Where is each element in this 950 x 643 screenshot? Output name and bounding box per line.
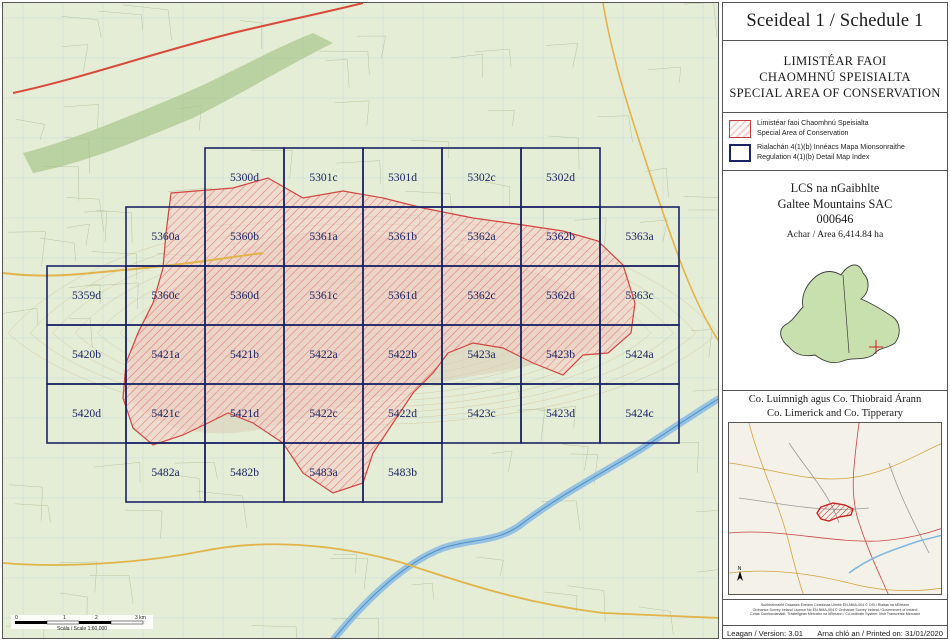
legend-panel: Sceideal 1 / Schedule 1 LIMISTÉAR FAOI C… <box>722 2 948 639</box>
tile-label-5421a: 5421a <box>151 348 179 361</box>
tile-label-5420b: 5420b <box>72 348 101 361</box>
tile-label-5362d: 5362d <box>546 289 575 302</box>
tile-label-5424a: 5424a <box>625 348 653 361</box>
scale-tick-3: 3 km <box>135 615 146 621</box>
copyright-notice: Suirbhéireacht Ordanáis Éireann Ceadúnas… <box>723 599 947 625</box>
tile-label-5362a: 5362a <box>467 230 495 243</box>
county-irish: Co. Luimnigh agus Co. Thiobraid Árann <box>748 394 922 405</box>
legend-sac-english: Special Area of Conservation <box>757 128 849 137</box>
designation-line-2: CHAOMHNÚ SPEISIALTA <box>759 70 911 84</box>
map-canvas[interactable]: 5300d 5301c 5301d 5302c 5302d 5360a 5360b 5361a… <box>3 3 719 639</box>
printed-date: Arna chló an / Printed on: 31/01/2020 <box>817 629 943 638</box>
tile-label-5301c: 5301c <box>309 171 337 184</box>
tile-label-5423d: 5423d <box>546 407 575 420</box>
tile-label-5302c: 5302c <box>467 171 495 184</box>
tile-label-5483a: 5483a <box>309 466 337 479</box>
tile-label-5423b: 5423b <box>546 348 575 361</box>
tile-label-5361a: 5361a <box>309 230 337 243</box>
index-grid-swatch <box>729 144 751 162</box>
tile-label-5422d: 5422d <box>388 407 417 420</box>
legend-index-english: Regulation 4(1)(b) Detail Map Index <box>757 152 870 161</box>
scale-tick-2: 2 <box>95 615 98 621</box>
designation-box: LIMISTÉAR FAOI CHAOMHNÚ SPEISIALTA SPECI… <box>723 41 947 113</box>
tile-label-5483b: 5483b <box>388 466 417 479</box>
county-names: Co. Luimnigh agus Co. Thiobraid Árann Co… <box>723 393 947 420</box>
regional-inset-map[interactable]: N <box>728 422 942 595</box>
tile-label-5300d: 5300d <box>230 171 259 184</box>
tile-label-5360d: 5360d <box>230 289 259 302</box>
tile-label-5482b: 5482b <box>230 466 259 479</box>
tile-label-5422a: 5422a <box>309 348 337 361</box>
designation-line-3: SPECIAL AREA OF CONSERVATION <box>729 86 941 100</box>
county-outline <box>780 264 900 364</box>
scale-tick-1: 1 <box>63 615 66 621</box>
version-footer: Leagan / Version: 3.01 Arna chló an / Pr… <box>723 625 947 639</box>
site-name-irish: LCS na nGaibhlte <box>790 181 880 195</box>
tile-label-5360b: 5360b <box>230 230 259 243</box>
site-code: 000646 <box>816 212 854 226</box>
tile-label-5482a: 5482a <box>151 466 179 479</box>
legend-box: Limistéar faoi Chaomhnú Speisialta Speci… <box>723 113 947 171</box>
designation-line-1: LIMISTÉAR FAOI <box>783 54 887 68</box>
schedule-title: Sceideal 1 / Schedule 1 <box>746 11 924 31</box>
version-label: Leagan / Version: 3.01 <box>727 629 803 638</box>
tile-label-5362c: 5362c <box>467 289 495 302</box>
site-info-box: LCS na nGaibhlte Galtee Mountains SAC 00… <box>723 171 947 391</box>
tile-label-5360c: 5360c <box>151 289 179 302</box>
tile-label-5424c: 5424c <box>625 407 653 420</box>
tile-label-5363c: 5363c <box>625 289 653 302</box>
scale-label: Scála / Scale 1:60,000 <box>57 626 107 632</box>
tile-label-5420d: 5420d <box>72 407 101 420</box>
tile-label-5361d: 5361d <box>388 289 417 302</box>
tile-label-5359d: 5359d <box>72 289 101 302</box>
tile-label-5301d: 5301d <box>388 171 417 184</box>
north-arrow-letter: N <box>738 566 742 572</box>
tile-label-5421b: 5421b <box>230 348 259 361</box>
tile-label-5360a: 5360a <box>151 230 179 243</box>
map-frame[interactable]: 5300d 5301c 5301d 5302c 5302d 5360a 5360b 5361a… <box>2 2 719 639</box>
legend-item-sac: Limistéar faoi Chaomhnú Speisialta Speci… <box>729 119 947 143</box>
copyright-line-3: Córas Comhordanáidí: Trasteilgean Mercat… <box>750 612 920 617</box>
tile-label-5421c: 5421c <box>151 407 179 420</box>
legend-index-irish: Rialachán 4(1)(b) Innéacs Mapa Mionsonra… <box>757 143 905 151</box>
inset-map-canvas[interactable]: N <box>729 423 942 595</box>
scale-tick-0: 0 <box>15 615 18 621</box>
tile-label-5361c: 5361c <box>309 289 337 302</box>
tile-label-5363a: 5363a <box>625 230 653 243</box>
tile-label-5421d: 5421d <box>230 407 259 420</box>
inset-sac-outline <box>816 502 854 522</box>
schedule-title-box: Sceideal 1 / Schedule 1 <box>723 3 947 41</box>
tile-label-5302d: 5302d <box>546 171 575 184</box>
legend-sac-irish: Limistéar faoi Chaomhnú Speisialta <box>757 119 869 127</box>
north-arrow-icon: N <box>737 566 743 581</box>
county-english: Co. Limerick and Co. Tipperary <box>767 407 903 419</box>
tile-label-5422c: 5422c <box>309 407 337 420</box>
tile-label-5422b: 5422b <box>388 348 417 361</box>
tile-label-5423a: 5423a <box>467 348 495 361</box>
tile-label-5361b: 5361b <box>388 230 417 243</box>
site-area: Achar / Area 6,414.84 ha <box>786 228 884 240</box>
county-locator-map <box>780 264 900 364</box>
sac-hatch-swatch <box>729 120 751 138</box>
tile-label-5362b: 5362b <box>546 230 575 243</box>
site-name-english: Galtee Mountains SAC <box>777 196 893 211</box>
tile-label-5423c: 5423c <box>467 407 495 420</box>
legend-item-index: Rialachán 4(1)(b) Innéacs Mapa Mionsonra… <box>729 143 947 167</box>
